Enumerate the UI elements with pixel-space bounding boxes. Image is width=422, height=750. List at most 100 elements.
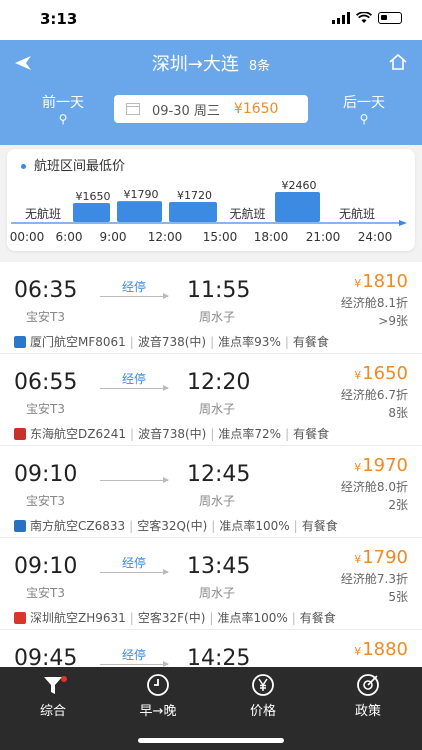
chart-tick-label: 12:00: [148, 230, 183, 244]
route-arrow: [100, 569, 169, 575]
flight-row[interactable]: 09:10 宝安T3 12:45 周水子 ¥1970 经济舱8.0折 2张 南方航空CZ683…: [0, 446, 422, 538]
tab-price-sort[interactable]: 价格: [223, 672, 303, 719]
southern-logo-icon: [14, 519, 26, 532]
cabin-discount: 经济舱8.0折: [340, 480, 408, 494]
route-title: 深圳→大连 8条: [0, 50, 422, 76]
chart-value-label: 无航班: [339, 206, 375, 221]
arrival-airport: 周水子: [199, 586, 236, 600]
status-icons: [332, 12, 402, 24]
separator: |: [285, 426, 290, 441]
chart-value-label: 无航班: [25, 206, 61, 221]
flight-price: ¥1810: [354, 271, 408, 292]
route-text: 深圳→大连: [151, 54, 239, 75]
chart-tick-label: 15:00: [203, 230, 238, 244]
currency-symbol: ¥: [354, 277, 362, 290]
seats-left: >9张: [378, 314, 408, 328]
departure-time: 06:55: [14, 370, 78, 395]
ontime-rate: 准点率100%: [217, 611, 288, 625]
meal-info: 有餐食: [299, 611, 336, 625]
chart-bar: [117, 201, 162, 222]
chart-tick-label: 18:00: [254, 230, 289, 244]
cabin-discount: 经济舱7.3折: [340, 572, 408, 586]
date-selector[interactable]: 09-30 周三 ¥1650: [114, 95, 308, 123]
departure-airport: 宝安T3: [26, 494, 65, 508]
chart-bar: [169, 202, 217, 222]
flight-price: ¥1880: [354, 639, 408, 660]
yen-icon: [252, 674, 274, 696]
xiamen-logo-icon: [14, 335, 26, 348]
tab-label: 早→晚: [139, 704, 177, 719]
departure-time: 09:10: [14, 554, 78, 579]
airline-flight-no: 南方航空CZ6833: [30, 519, 126, 533]
chart-bar: [275, 192, 320, 222]
tab-label: 政策: [354, 704, 381, 719]
next-day-button[interactable]: 后一天 ⚲: [324, 92, 404, 126]
aircraft-type: 空客32Q(中): [137, 519, 208, 533]
flight-price: ¥1970: [354, 455, 408, 476]
tab-overall[interactable]: 综合: [13, 672, 93, 719]
calendar-icon: [126, 103, 140, 115]
prev-day-button[interactable]: 前一天 ⚲: [23, 92, 103, 126]
tab-policy[interactable]: 政策: [328, 672, 408, 719]
chart-bar: [73, 203, 110, 222]
tab-time-sort[interactable]: 早→晚: [118, 672, 198, 719]
route-arrow: [100, 661, 169, 667]
airline-flight-no: 深圳航空ZH9631: [30, 611, 126, 625]
chart-tick-label: 6:00: [56, 230, 83, 244]
separator: |: [129, 610, 134, 625]
flight-row[interactable]: 06:35 宝安T3 经停 11:55 周水子 ¥1810 经济舱8.1折 >9张 厦门航空MF…: [0, 262, 422, 354]
battery-icon: [378, 12, 402, 24]
flight-info: 东海航空DZ6241 | 波音738(中) | 准点率72% | 有餐食: [14, 425, 329, 442]
price-value: 1880: [362, 639, 408, 660]
arrival-time: 14:25: [187, 646, 251, 667]
arrival-airport: 周水子: [199, 402, 236, 416]
departure-time: 09:45: [14, 646, 78, 667]
currency-symbol: ¥: [354, 553, 362, 566]
price-value: 1650: [362, 363, 408, 384]
wifi-icon: [356, 12, 372, 23]
cabin-discount: 经济舱8.1折: [340, 296, 408, 310]
chart-value-label: ¥1650: [76, 190, 111, 203]
chart-value-label: ¥1720: [177, 189, 212, 202]
chart-axis-arrow-icon: [399, 220, 407, 226]
route-arrow: [100, 385, 169, 391]
date-text: 09-30 周三: [152, 103, 220, 119]
seats-left: 2张: [388, 498, 408, 512]
departure-airport: 宝安T3: [26, 402, 65, 416]
donghai-logo-icon: [14, 427, 26, 440]
flight-price: ¥1650: [354, 363, 408, 384]
clock-icon: [147, 674, 169, 696]
price-value: 1790: [362, 547, 408, 568]
flight-price: ¥1790: [354, 547, 408, 568]
aircraft-type: 波音738(中): [137, 335, 207, 349]
arrival-airport: 周水子: [199, 310, 236, 324]
flight-row[interactable]: 06:55 宝安T3 经停 12:20 周水子 ¥1650 经济舱6.7折 8张 东海航空DZ6…: [0, 354, 422, 446]
tab-label: 综合: [39, 704, 66, 719]
chart-value-label: ¥2460: [282, 179, 317, 192]
notification-dot: [61, 676, 67, 682]
arrival-time: 12:45: [187, 462, 251, 487]
flight-row[interactable]: 09:10 宝安T3 经停 13:45 周水子 ¥1790 经济舱7.3折 5张 深圳航空ZH9…: [0, 538, 422, 630]
stopover-label: 经停: [121, 280, 146, 294]
currency-symbol: ¥: [354, 369, 362, 382]
ontime-rate: 准点率93%: [218, 335, 281, 349]
separator: |: [209, 610, 214, 625]
flight-info: 南方航空CZ6833 | 空客32Q(中) | 准点率100% | 有餐食: [14, 517, 338, 534]
chart-tick-label: 9:00: [100, 230, 127, 244]
currency-symbol: ¥: [354, 645, 362, 658]
flight-info: 厦门航空MF8061 | 波音738(中) | 准点率93% | 有餐食: [14, 333, 329, 350]
ontime-rate: 准点率72%: [218, 427, 282, 441]
flight-row[interactable]: 09:45 经停 14:25 ¥1880: [0, 630, 422, 667]
next-day-label: 后一天: [343, 95, 385, 111]
shenzhen-logo-icon: [14, 611, 26, 624]
route-arrow: [100, 293, 169, 299]
meal-info: 有餐食: [301, 519, 338, 533]
separator: |: [211, 518, 216, 533]
departure-airport: 宝安T3: [26, 586, 65, 600]
separator: |: [210, 334, 215, 349]
prev-day-label: 前一天: [42, 95, 84, 111]
route-arrow: [100, 477, 169, 483]
flight-list: 06:35 宝安T3 经停 11:55 周水子 ¥1810 经济舱8.1折 >9张 厦门航空MF…: [0, 262, 422, 667]
home-button[interactable]: [388, 52, 408, 72]
header: 深圳→大连 8条 前一天 ⚲ 09-30 周三 ¥1650 后一天 ⚲: [0, 40, 422, 145]
